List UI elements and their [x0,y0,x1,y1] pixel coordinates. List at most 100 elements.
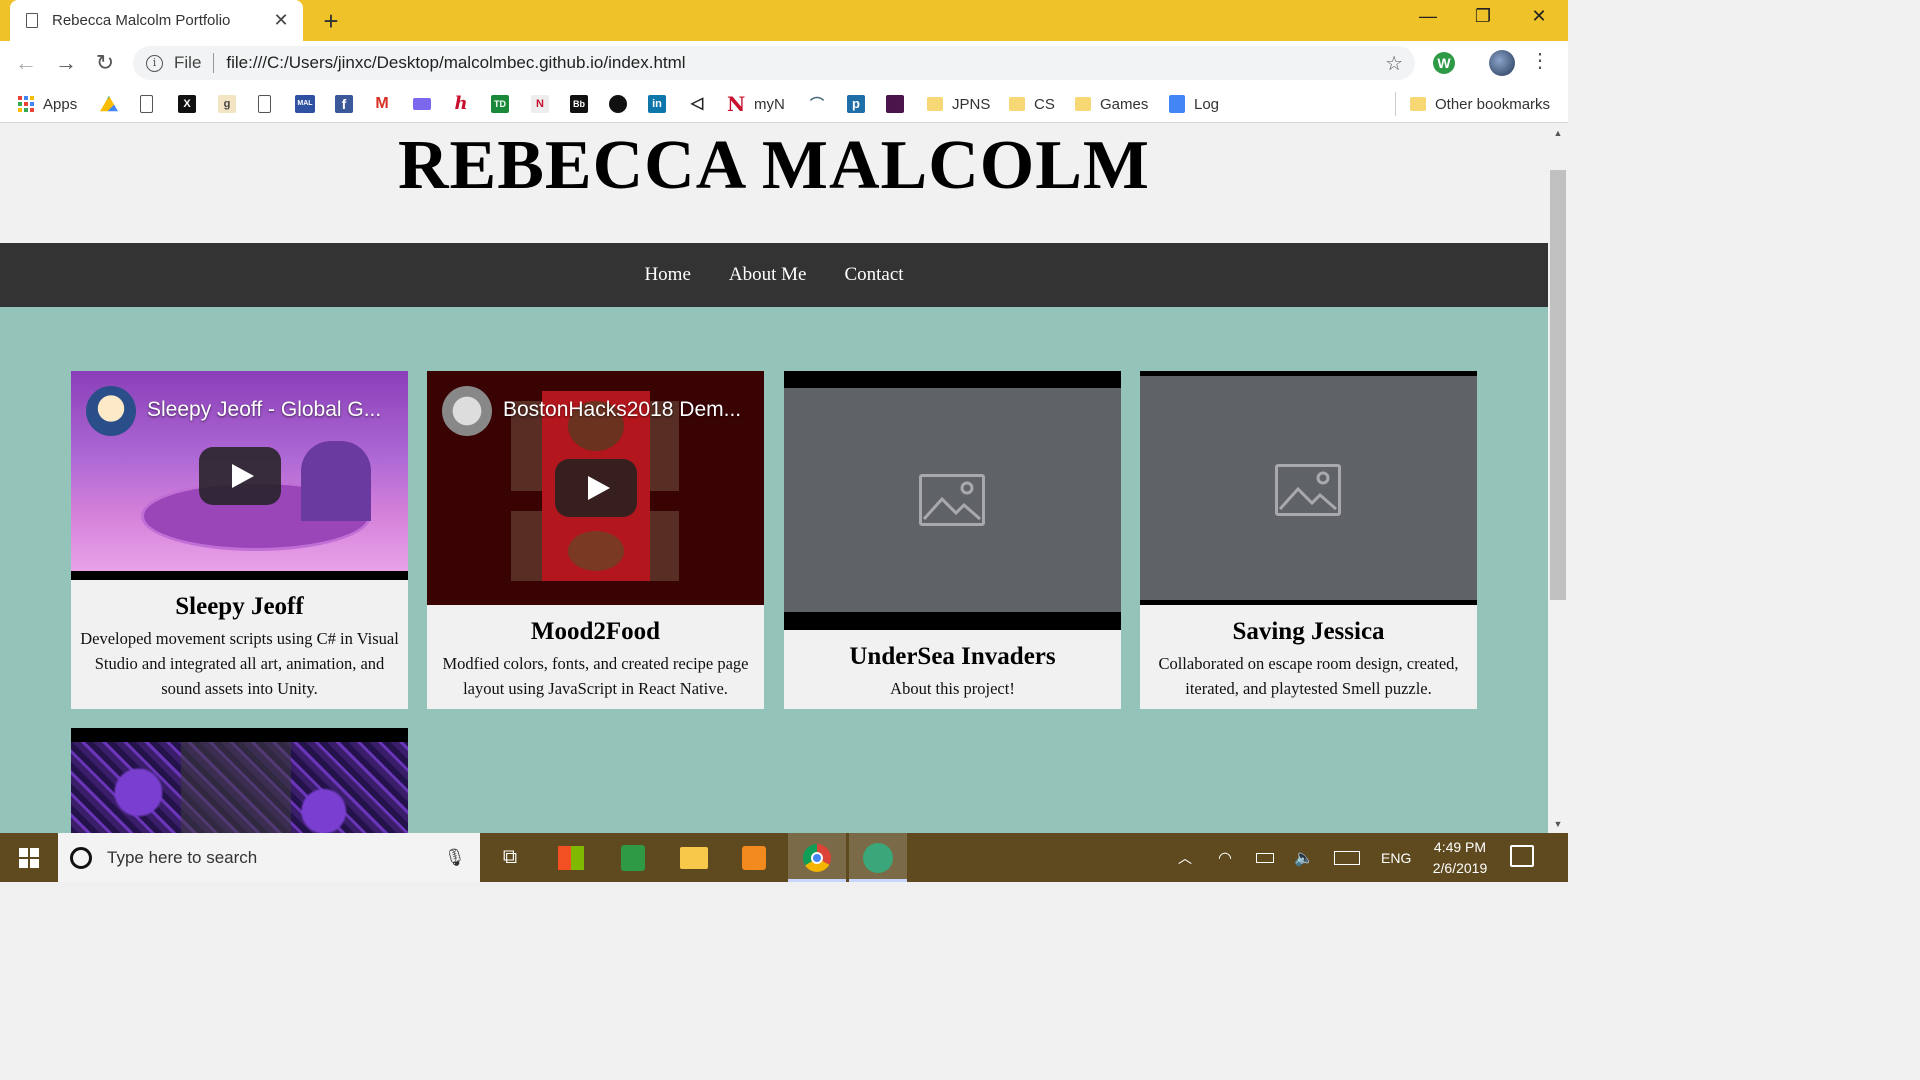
restore-button[interactable]: ❐ [1463,6,1503,27]
video-title[interactable]: Sleepy Jeoff - Global G... [147,398,381,422]
taskbar-clock[interactable]: 4:49 PM 2/6/2019 [1418,837,1502,879]
browser-tab[interactable]: Rebecca Malcolm Portfolio ✕ [10,0,303,41]
taskbar-atom[interactable] [849,833,907,882]
taskbar-store[interactable] [542,833,600,882]
clock-time: 4:49 PM [1433,839,1487,855]
project-title: UnderSea Invaders [849,643,1056,670]
nav-about-me[interactable]: About Me [729,264,807,286]
bookmark-page-2[interactable] [258,93,271,115]
goodreads-icon: g [218,95,236,113]
bookmark-p[interactable]: p [847,93,865,115]
url-text[interactable]: file:///C:/Users/jinxc/Desktop/malcolmbe… [226,53,685,73]
wifi-icon[interactable]: ◠ [1218,833,1232,882]
td-bank-icon: TD [491,95,509,113]
bookmark-gmail[interactable]: M [373,93,391,115]
dolphin-icon: ⌒ [808,95,826,113]
video-embed[interactable]: BostonHacks2018 Dem... [427,371,764,605]
nav-contact[interactable]: Contact [844,264,903,286]
new-tab-button[interactable]: + [318,6,344,37]
bookmark-n[interactable]: N [531,93,549,115]
language-indicator[interactable]: ENG [1381,833,1411,882]
image-placeholder [1140,376,1477,600]
bookmark-slack[interactable] [886,93,904,115]
profile-avatar[interactable] [1489,50,1515,76]
channel-avatar[interactable] [86,386,136,436]
bookmark-drive[interactable] [100,93,118,115]
atom-icon [863,842,893,873]
bookmark-log[interactable]: Log [1169,93,1219,115]
bookmark-h[interactable]: h [452,93,470,115]
video-embed[interactable]: Sleepy Jeoff - Global G... [71,371,408,580]
myanimelist-icon: MAL [295,95,315,113]
bookmark-star-icon[interactable]: ☆ [1385,51,1403,76]
task-view-icon: ⧉ [502,846,518,868]
project-image[interactable] [71,728,408,833]
tab-close-icon[interactable]: ✕ [271,10,291,31]
task-view-button[interactable]: ⧉ [481,833,539,882]
start-button[interactable] [0,833,58,882]
bookmark-g[interactable]: g [218,93,236,115]
taskbar-media[interactable] [725,833,783,882]
search-placeholder: Type here to search [107,847,258,867]
taskbar-chrome[interactable] [788,833,846,882]
scroll-up-arrow[interactable]: ▲ [1548,124,1568,142]
bookmark-x[interactable]: X [178,93,196,115]
scrollbar-thumb[interactable] [1550,170,1566,600]
bookmark-folder-cs[interactable]: CS [1009,93,1055,115]
play-button[interactable] [555,459,637,517]
windows-logo-icon [19,847,39,868]
bookmark-mail[interactable] [413,93,431,115]
bookmark-page-1[interactable] [140,93,153,115]
notification-center-icon[interactable] [1510,845,1534,867]
windows-taskbar: Type here to search 🎙 ⧉ ︿ ◠ 🔈 ENG 4:49 P… [0,833,1568,882]
page-scrollbar[interactable]: ▲ ▼ [1548,124,1568,833]
omnibox-scheme: File [174,53,202,72]
microphone-icon[interactable]: 🎙 [444,848,466,868]
bookmark-facebook[interactable]: f [335,93,353,115]
bookmark-github[interactable] [609,93,627,115]
bookmark-myn[interactable]: N myN [727,93,785,115]
project-title: Saving Jessica [1232,618,1385,645]
info-icon[interactable]: i [146,54,163,72]
minimize-button[interactable]: — [1408,6,1448,27]
video-title[interactable]: BostonHacks2018 Dem... [503,398,741,422]
bookmark-folder-games[interactable]: Games [1075,93,1148,115]
scroll-down-arrow[interactable]: ▼ [1548,815,1568,833]
taskbar-file-explorer[interactable] [665,833,723,882]
notes-icon [621,844,645,871]
project-description: Developed movement scripts using C# in V… [80,629,399,698]
nav-home[interactable]: Home [644,264,690,286]
page-icon [258,95,271,113]
bookmark-unity[interactable]: ◁ [688,93,706,115]
channel-avatar[interactable] [442,386,492,436]
reload-button[interactable]: ↻ [92,50,118,76]
bookmark-mal[interactable]: MAL [295,93,315,115]
h-icon: h [452,95,470,113]
taskbar-notes[interactable] [604,833,662,882]
bookmark-other[interactable]: Other bookmarks [1410,93,1550,115]
bookmark-folder-jpns[interactable]: JPNS [927,93,990,115]
extension-w-icon[interactable]: W [1433,52,1455,74]
bookmark-dolphin[interactable]: ⌒ [808,93,826,115]
bookmark-apps[interactable]: Apps [18,93,77,115]
image-placeholder [784,388,1121,612]
folder-icon [1009,97,1025,111]
project-description: Collaborated on escape room design, crea… [1158,654,1459,698]
bookmark-blackboard[interactable]: Bb [570,93,588,115]
close-window-button[interactable]: ✕ [1519,6,1559,27]
battery-icon[interactable] [1256,833,1274,882]
project-card-mood2food: BostonHacks2018 Dem... Mood2Food Modfied… [427,371,764,709]
volume-icon[interactable]: 🔈 [1294,833,1314,882]
bookmark-linkedin[interactable]: in [648,93,666,115]
keyboard-icon[interactable] [1334,833,1360,882]
forward-button[interactable]: → [53,50,79,76]
folder-icon [1075,97,1091,111]
bookmark-td[interactable]: TD [491,93,509,115]
taskbar-search[interactable]: Type here to search 🎙 [58,833,480,882]
back-button[interactable]: ← [13,50,39,76]
play-button[interactable] [199,447,281,505]
address-bar[interactable]: i File file:///C:/Users/jinxc/Desktop/ma… [133,46,1415,80]
browser-menu-icon[interactable]: ⋮ [1530,49,1550,73]
tray-overflow-icon[interactable]: ︿ [1178,833,1192,882]
image-placeholder-icon [919,474,985,526]
